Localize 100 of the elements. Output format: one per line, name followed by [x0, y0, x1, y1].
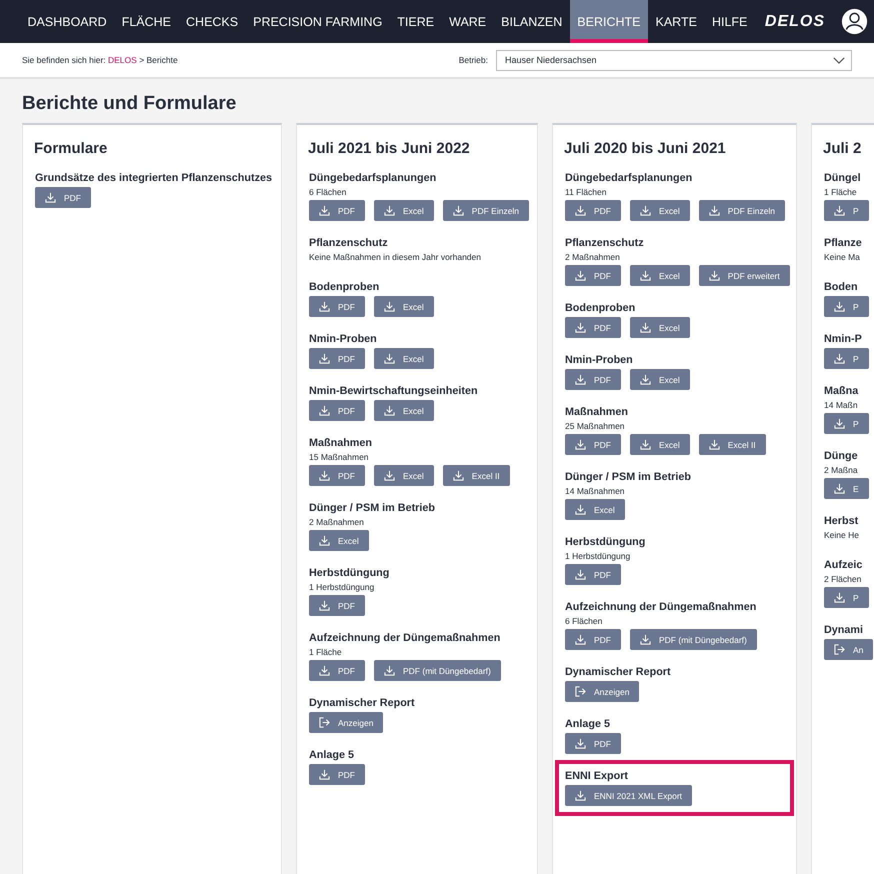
- section-title: Maßnahmen: [565, 406, 629, 418]
- section-title: Boden: [824, 281, 859, 293]
- card-title: Juli 2: [823, 140, 862, 157]
- section-title: Aufzeichnung der Düngemaßnahmen: [565, 601, 758, 613]
- section-title: Grundsätze des integrierten Pflanzenschutzes: [35, 172, 269, 184]
- download-button[interactable]: PDF: [309, 764, 365, 785]
- user-avatar-icon[interactable]: [841, 8, 868, 35]
- download-button[interactable]: PDF: [565, 200, 621, 221]
- download-icon: [640, 270, 651, 281]
- download-button[interactable]: PDF: [565, 369, 621, 390]
- download-button[interactable]: PDF: [565, 733, 621, 754]
- section-title: Dünge: [824, 450, 859, 462]
- download-button[interactable]: PDF: [309, 660, 365, 681]
- show-button[interactable]: Anzeigen: [565, 681, 640, 702]
- download-button[interactable]: Excel: [630, 317, 690, 338]
- download-button[interactable]: PDF erweitert: [698, 265, 790, 286]
- download-button[interactable]: PDF: [309, 595, 365, 616]
- nav-tab[interactable]: WARE: [442, 0, 494, 43]
- download-button[interactable]: P: [824, 413, 869, 434]
- download-button[interactable]: Excel: [630, 265, 690, 286]
- nav-tab[interactable]: PRECISION FARMING: [246, 0, 390, 43]
- download-icon: [575, 439, 586, 450]
- download-button[interactable]: PDF: [309, 296, 365, 317]
- download-button[interactable]: Excel II: [442, 465, 510, 486]
- download-button[interactable]: Excel: [630, 200, 690, 221]
- download-button[interactable]: ENNI 2021 XML Export: [565, 785, 692, 806]
- download-icon: [575, 504, 586, 515]
- download-button[interactable]: Excel: [374, 400, 434, 421]
- download-button[interactable]: PDF: [565, 629, 621, 650]
- download-button[interactable]: Excel: [374, 296, 434, 317]
- download-button[interactable]: P: [824, 348, 869, 369]
- download-button[interactable]: PDF (mit Düngebedarf): [374, 660, 501, 681]
- download-button[interactable]: Excel: [630, 434, 690, 455]
- download-button[interactable]: E: [824, 478, 869, 499]
- section-title: Maßna: [824, 385, 860, 397]
- download-icon: [575, 374, 586, 385]
- download-button[interactable]: PDF: [309, 465, 365, 486]
- download-icon: [319, 769, 330, 780]
- section-title: Nmin-Bewirtschaftungseinheiten: [309, 385, 479, 397]
- nav-tab[interactable]: DASHBOARD: [20, 0, 114, 43]
- download-button[interactable]: PDF (mit Düngebedarf): [630, 629, 757, 650]
- download-icon: [834, 483, 845, 494]
- section-title: Bodenproben: [565, 302, 636, 314]
- download-button[interactable]: PDF: [35, 187, 91, 208]
- download-button[interactable]: Excel: [565, 499, 625, 520]
- section-title: Herbst: [824, 515, 860, 527]
- breadcrumb-link[interactable]: DELOS: [108, 55, 137, 65]
- download-button[interactable]: PDF Einzeln: [442, 200, 530, 221]
- section-note: 1 Fläche: [824, 187, 858, 197]
- section-note: 1 Herbstdüngung: [309, 582, 376, 592]
- section-note: 2 Maßnahmen: [309, 517, 365, 527]
- section-title: Maßnahmen: [309, 437, 373, 449]
- download-button[interactable]: P: [824, 296, 869, 317]
- download-button[interactable]: Excel: [374, 200, 434, 221]
- download-button[interactable]: Excel: [374, 465, 434, 486]
- download-button[interactable]: PDF: [565, 265, 621, 286]
- section-title: Dünger / PSM im Betrieb: [309, 502, 436, 514]
- nav-tab[interactable]: FLÄCHE: [114, 0, 179, 43]
- download-icon: [575, 270, 586, 281]
- card-title: Formulare: [34, 140, 108, 157]
- show-button[interactable]: Anzeigen: [309, 712, 384, 733]
- download-button[interactable]: P: [824, 587, 869, 608]
- section-note: Keine Ma: [824, 252, 861, 262]
- section-title: Nmin-P: [824, 333, 862, 345]
- download-icon: [640, 205, 651, 216]
- download-button[interactable]: Excel: [309, 530, 369, 551]
- download-button[interactable]: Excel: [374, 348, 434, 369]
- download-icon: [384, 470, 395, 481]
- nav-tab[interactable]: HILFE: [704, 0, 755, 43]
- download-icon: [575, 634, 586, 645]
- download-button[interactable]: PDF: [309, 200, 365, 221]
- show-button[interactable]: An: [824, 639, 874, 660]
- download-button[interactable]: P: [824, 200, 869, 221]
- section-note: 2 Maßna: [824, 465, 859, 475]
- download-button[interactable]: PDF: [309, 400, 365, 421]
- betrieb-dropdown[interactable]: Hauser Niedersachsen: [496, 50, 852, 70]
- download-button[interactable]: PDF Einzeln: [698, 200, 786, 221]
- download-button[interactable]: PDF: [309, 348, 365, 369]
- download-button[interactable]: PDF: [565, 564, 621, 585]
- download-icon: [834, 592, 845, 603]
- download-button[interactable]: Excel II: [698, 434, 766, 455]
- download-icon: [834, 205, 845, 216]
- download-button[interactable]: Excel: [630, 369, 690, 390]
- nav-tab[interactable]: KARTE: [648, 0, 704, 43]
- download-icon: [575, 322, 586, 333]
- nav-tab[interactable]: BERICHTE: [570, 0, 648, 43]
- chevron-down-icon: [833, 56, 845, 64]
- section-title: Pflanzenschutz: [565, 237, 645, 249]
- download-icon: [319, 470, 330, 481]
- download-button[interactable]: PDF: [565, 434, 621, 455]
- download-icon: [384, 205, 395, 216]
- download-icon: [319, 665, 330, 676]
- nav-tab[interactable]: CHECKS: [178, 0, 246, 43]
- logo[interactable]: DELOS: [764, 12, 826, 30]
- download-button[interactable]: PDF: [565, 317, 621, 338]
- nav-tab[interactable]: BILANZEN: [494, 0, 570, 43]
- card-title: Juli 2020 bis Juni 2021: [564, 140, 727, 157]
- download-icon: [640, 322, 651, 333]
- nav-tab[interactable]: TIERE: [390, 0, 442, 43]
- download-icon: [384, 301, 395, 312]
